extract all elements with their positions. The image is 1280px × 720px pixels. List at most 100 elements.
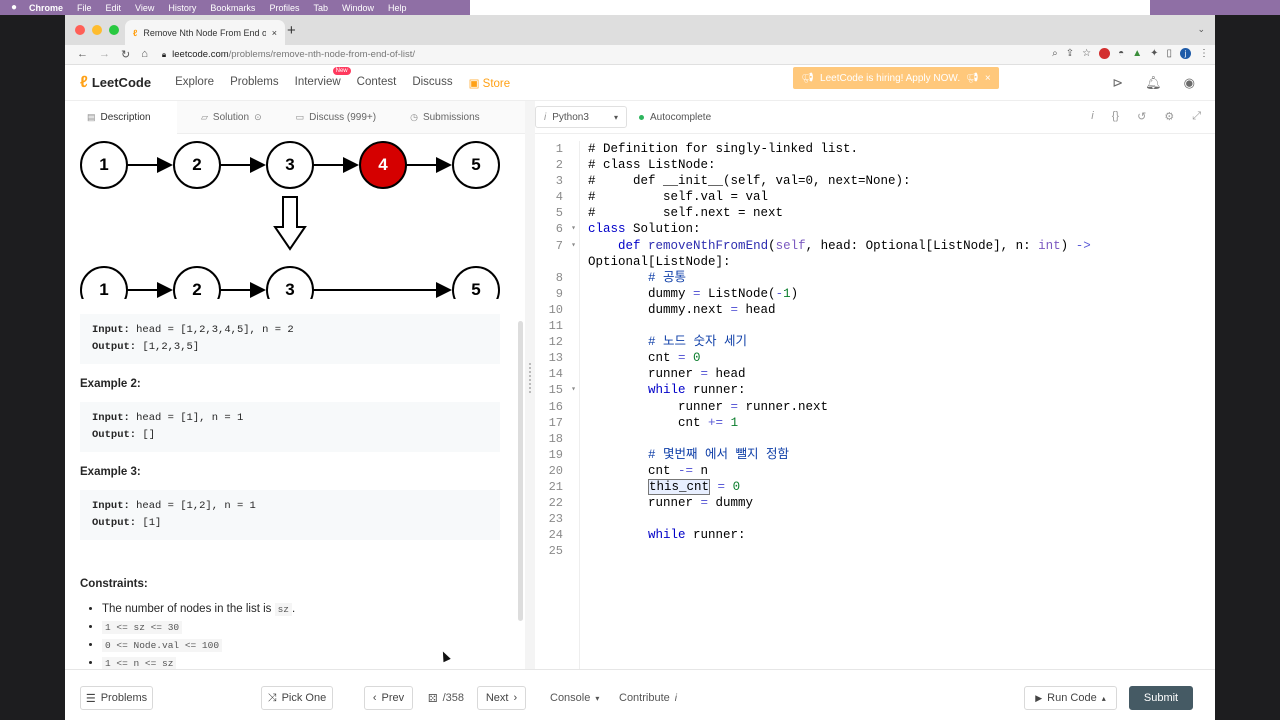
moon-icon[interactable]: ☾: [602, 2, 610, 13]
menu-bookmarks[interactable]: Bookmarks: [203, 3, 262, 13]
wifi-icon[interactable]: ≋: [699, 2, 707, 13]
next-button[interactable]: Next ›: [477, 686, 526, 710]
contribute-button[interactable]: Contribute i: [619, 686, 677, 710]
zoom-icon[interactable]: ⌕: [1052, 48, 1058, 59]
line-numbers: 12345 67 89 1011121314 1516171819 202122…: [535, 141, 580, 671]
input-source[interactable]: U.S.: [619, 3, 637, 13]
clock[interactable]: Mon Mar 7 10:08 PM: [729, 3, 813, 13]
nav-interview[interactable]: Interview New: [295, 66, 351, 90]
code-editor[interactable]: 12345 67 89 1011121314 1516171819 202122…: [535, 135, 1215, 671]
input-label: Input:: [92, 500, 130, 512]
menu-view[interactable]: View: [128, 3, 161, 13]
bluetooth-icon[interactable]: ᛒ: [659, 3, 664, 13]
leetcode-logo[interactable]: ℓ LeetCode: [80, 74, 151, 92]
back-icon[interactable]: ←: [77, 48, 88, 61]
vpn-icon[interactable]: [489, 3, 499, 12]
panel-splitter[interactable]: [525, 101, 535, 669]
shuffle-icon: ⤨: [267, 691, 277, 704]
extension-red-icon[interactable]: [1099, 48, 1111, 59]
date-box[interactable]: Mon, Mar 7: [527, 2, 576, 13]
hiring-text: LeetCode is hiring! Apply NOW.: [820, 72, 961, 84]
volume-icon[interactable]: ♪: [646, 3, 651, 13]
leetcode-favicon-icon: ℓ: [133, 27, 138, 38]
run-code-button[interactable]: ▶ Run Code ▴: [1024, 686, 1117, 710]
menu-history[interactable]: History: [161, 3, 203, 13]
url-host: leetcode.com: [172, 49, 229, 60]
problems-button[interactable]: ☰ Problems: [80, 686, 153, 710]
minimize-window-icon[interactable]: [92, 25, 102, 35]
status-icon[interactable]: [508, 3, 518, 12]
navbar-icons: ⊳ 🔔︎ ◉: [1112, 75, 1195, 91]
nav-explore[interactable]: Explore: [175, 76, 214, 90]
problem-counter[interactable]: ⚄ /358: [428, 686, 464, 710]
battery-icon[interactable]: [673, 3, 690, 12]
close-tab-icon[interactable]: ×: [272, 28, 277, 38]
menu-app[interactable]: Chrome: [22, 3, 70, 13]
url-field[interactable]: 🔒︎ leetcode.com/problems/remove-nth-node…: [162, 49, 415, 60]
home-icon[interactable]: ⌂: [141, 48, 148, 61]
info-icon[interactable]: i: [1091, 110, 1093, 123]
constraint-code: sz: [274, 603, 293, 616]
temperature[interactable]: 0°: [584, 3, 593, 13]
menu-tab[interactable]: Tab: [306, 3, 335, 13]
tab-solution[interactable]: ▱ Solution ⊙: [189, 101, 274, 134]
profile-avatar[interactable]: j: [1180, 48, 1191, 59]
reload-icon[interactable]: ↻: [121, 48, 130, 61]
output-label: Output:: [92, 517, 137, 529]
braces-icon[interactable]: {}: [1112, 110, 1119, 123]
prev-button[interactable]: ‹ Prev: [364, 686, 413, 710]
playground-icon[interactable]: ⊳: [1112, 75, 1123, 91]
nav-discuss[interactable]: Discuss: [412, 76, 452, 90]
forward-icon[interactable]: →: [99, 48, 110, 61]
menu-help[interactable]: Help: [381, 3, 414, 13]
menu-window[interactable]: Window: [335, 3, 381, 13]
record-icon[interactable]: [470, 3, 480, 12]
run-code-label: Run Code: [1047, 692, 1097, 704]
settings-icon[interactable]: ⚙: [1164, 110, 1174, 123]
splitter-handle[interactable]: [529, 363, 531, 393]
autocomplete-toggle[interactable]: Autocomplete: [639, 112, 711, 123]
bookmark-star-icon[interactable]: ☆: [1082, 48, 1091, 59]
reset-icon[interactable]: ↺: [1137, 110, 1146, 123]
apple-icon[interactable]: ●: [6, 2, 22, 13]
sidepanel-icon[interactable]: ▯: [1166, 48, 1172, 59]
description-scrollbar[interactable]: [518, 321, 523, 621]
nav-problems[interactable]: Problems: [230, 76, 279, 90]
tab-discuss[interactable]: ▭ Discuss (999+): [284, 101, 388, 134]
tab-submissions-label: Submissions: [422, 111, 480, 123]
chrome-menu-icon[interactable]: ⋮: [1199, 48, 1209, 59]
menu-edit[interactable]: Edit: [99, 3, 129, 13]
submit-button[interactable]: Submit: [1129, 686, 1193, 710]
tab-submissions[interactable]: ◷ Submissions: [398, 101, 492, 134]
extension-green-icon[interactable]: ▲: [1132, 48, 1142, 59]
nav-store[interactable]: ▣ Store: [469, 76, 511, 90]
editor-toolbar: i Python3 ▾ Autocomplete i {} ↺ ⚙ ⤢: [535, 101, 1215, 134]
hiring-close-icon[interactable]: ×: [985, 73, 991, 84]
tab-solution-label: Solution: [212, 111, 250, 123]
code-content[interactable]: # Definition for singly-linked list. # c…: [588, 141, 1208, 559]
close-window-icon[interactable]: [75, 25, 85, 35]
new-badge: New: [332, 66, 351, 75]
menu-file[interactable]: File: [70, 3, 99, 13]
tab-description[interactable]: ▤ Description: [65, 100, 177, 134]
problem-description: 1 2 3 4 5 1 2 3 5 Input: head = [1,2,3,4…: [80, 139, 505, 674]
browser-tab-active[interactable]: ℓ Remove Nth Node From End of ×: [125, 20, 285, 45]
example-3-input: head = [1,2], n = 1: [136, 500, 256, 512]
extensions-puzzle-icon[interactable]: ✦: [1150, 48, 1158, 59]
user-avatar-icon[interactable]: ◉: [1184, 75, 1195, 91]
language-select[interactable]: i Python3 ▾: [535, 106, 627, 128]
share-icon[interactable]: ⇪: [1066, 48, 1074, 59]
search-icon[interactable]: ⌕: [715, 2, 720, 13]
tab-search-icon[interactable]: ⌄: [1197, 24, 1205, 35]
zoom-window-icon[interactable]: [109, 25, 119, 35]
extension-glasses-icon[interactable]: ◓: [1118, 48, 1124, 59]
fullscreen-icon[interactable]: ⤢: [1192, 110, 1201, 123]
leetcode-navbar: ℓ LeetCode Explore Problems Interview New…: [65, 65, 1215, 101]
hiring-banner[interactable]: 📢︎ LeetCode is hiring! Apply NOW. 📢︎ ×: [793, 67, 999, 89]
console-button[interactable]: Console ▾: [550, 686, 599, 710]
notification-bell-icon[interactable]: 🔔︎: [1145, 75, 1162, 91]
nav-contest[interactable]: Contest: [357, 76, 397, 90]
new-tab-icon[interactable]: +: [287, 22, 296, 39]
menu-profiles[interactable]: Profiles: [262, 3, 306, 13]
pick-one-button[interactable]: ⤨ Pick One: [261, 686, 333, 710]
